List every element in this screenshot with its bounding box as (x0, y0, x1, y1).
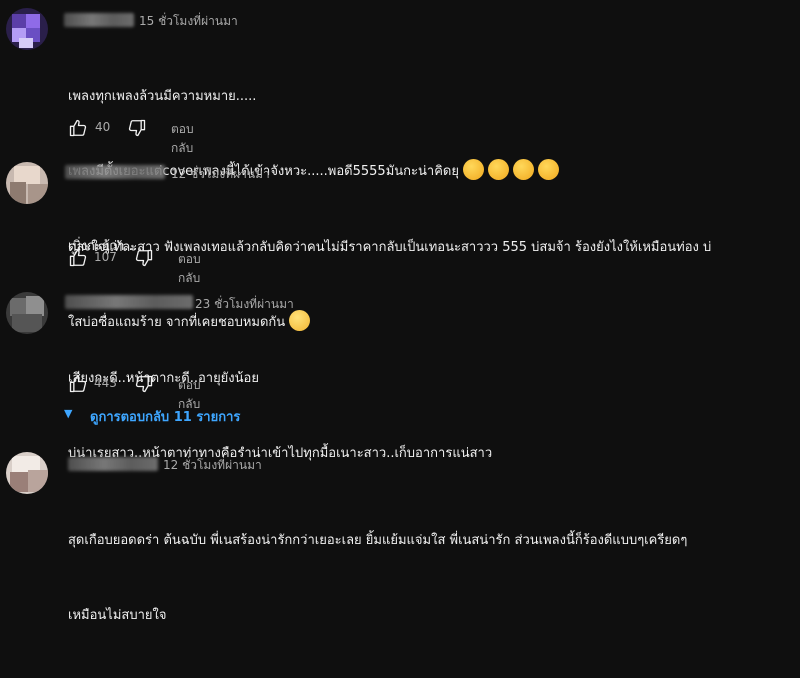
comment-line: เหมือนไม่สบายใจ (68, 608, 167, 623)
comment-timestamp[interactable]: 23 ชั่วโมงที่ผ่านมา (195, 295, 294, 314)
caret-down-icon: ▼ (64, 407, 73, 420)
rolling-on-floor-laughing-icon (463, 159, 485, 180)
author-name[interactable] (65, 165, 165, 179)
comment-timestamp[interactable]: 12 ชั่วโมงที่ผ่านมา (163, 456, 262, 475)
comment-line: เพลงทุกเพลงล้วนมีความหมาย..... (68, 89, 257, 104)
like-count: 443 (94, 376, 117, 390)
comment-line: ดูสะใจแท้ละสาว ฟังเพลงเทอแล้วกลับคิดว่าค… (68, 240, 712, 255)
rolling-on-floor-laughing-icon (538, 159, 560, 180)
thumb-down-icon[interactable] (134, 248, 154, 268)
thumb-down-icon[interactable] (134, 374, 154, 394)
rolling-on-floor-laughing-icon (513, 159, 535, 180)
rolling-on-floor-laughing-icon (488, 159, 510, 180)
avatar[interactable] (6, 8, 48, 50)
avatar[interactable] (6, 162, 48, 204)
thumb-up-icon[interactable] (68, 118, 88, 138)
like-count: 40 (95, 120, 111, 134)
comment-text: สุดเกือบยอดดร่า ต้นฉบับ พี่เนสร้องน่ารัก… (68, 478, 687, 678)
author-name[interactable] (64, 13, 134, 27)
avatar[interactable] (6, 292, 48, 334)
author-name[interactable] (68, 457, 158, 471)
reply-button[interactable]: ตอบกลับ (178, 250, 201, 288)
view-replies-label: ดูการตอบกลับ 11 รายการ (90, 410, 241, 425)
comment-timestamp[interactable]: 12 ชั่วโมงที่ผ่านมา (171, 165, 270, 184)
comment-line: เสียงกะดี..หน้าตากะดี..อายุยังน้อย (68, 371, 259, 386)
comment-line: สุดเกือบยอดดร่า ต้นฉบับ พี่เนสร้องน่ารัก… (68, 533, 688, 548)
thumb-up-icon[interactable] (68, 374, 88, 394)
thumb-up-icon[interactable] (68, 248, 88, 268)
avatar[interactable] (6, 452, 48, 494)
like-count: 107 (94, 250, 117, 264)
thumb-down-icon[interactable] (127, 118, 147, 138)
author-name[interactable] (65, 295, 193, 309)
comment-timestamp[interactable]: 15 ชั่วโมงที่ผ่านมา (139, 12, 238, 31)
reply-button[interactable]: ตอบกลับ (171, 120, 194, 158)
